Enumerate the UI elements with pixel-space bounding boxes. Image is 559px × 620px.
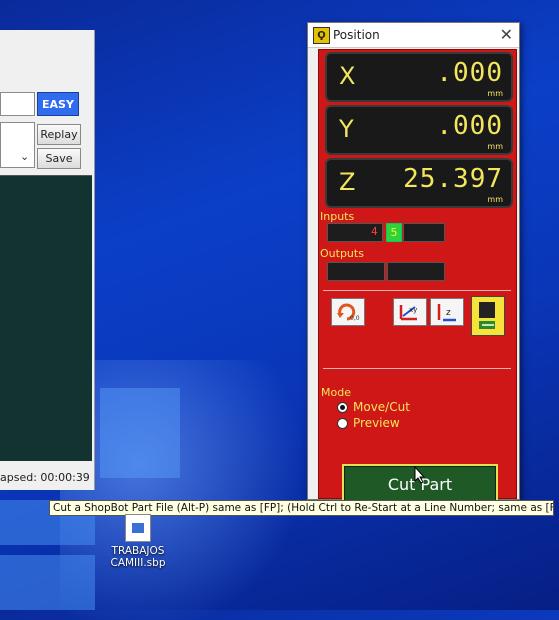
easy-mode-button[interactable]: EASY (37, 92, 79, 116)
wallpaper-tile (0, 555, 95, 610)
input-number: 4 (371, 225, 378, 238)
divider (323, 290, 511, 291)
command-input[interactable] (0, 92, 35, 116)
file-list[interactable] (0, 122, 35, 168)
zero-xy-button[interactable]: xy (393, 298, 427, 326)
input-active-indicator: 5 (386, 223, 402, 242)
axis-label: X (339, 62, 356, 90)
file-icon (125, 514, 151, 542)
svg-text:0,0: 0,0 (350, 315, 360, 322)
title-bar[interactable]: Ϙ Position ✕ (308, 23, 519, 48)
xy-zero-icon: xy (399, 305, 417, 321)
input-indicator (403, 223, 445, 242)
axis-value: .000 (436, 111, 503, 141)
axis-label: Y (339, 115, 354, 143)
position-panel: X .000 mm Y .000 mm Z 25.397 mm Inputs 4… (318, 49, 517, 504)
x-readout[interactable]: X .000 mm (325, 52, 513, 102)
output-indicator (387, 262, 445, 281)
window-title: Position (333, 28, 380, 42)
zero-icon: 0,0 (337, 303, 360, 322)
mode-label: Mode (321, 386, 351, 399)
radio-selected-icon (337, 401, 348, 413)
y-readout[interactable]: Y .000 mm (325, 105, 513, 155)
z-readout[interactable]: Z 25.397 mm (325, 158, 513, 208)
output-indicator (327, 262, 385, 281)
desktop-file-label-line1: TRABAJOS (111, 545, 165, 557)
save-button[interactable]: Save (37, 148, 81, 169)
shopbot-app-icon: Ϙ (313, 27, 330, 44)
mode-preview-radio[interactable]: Preview (337, 416, 400, 430)
z-zero-icon: z (437, 304, 456, 322)
svg-text:xy: xy (409, 306, 417, 314)
jog-panel-button[interactable] (471, 296, 505, 336)
desktop-wallpaper-glow (60, 360, 320, 620)
axis-value: .000 (436, 58, 503, 88)
desktop-file-icon[interactable]: TRABAJOS CAMIII.sbp (106, 514, 170, 569)
inputs-label: Inputs (320, 210, 355, 223)
radio-label: Preview (353, 416, 400, 430)
preview-canvas (0, 175, 92, 461)
zero-z-button[interactable]: z (430, 298, 464, 326)
position-window: Ϙ Position ✕ X .000 mm Y .000 mm Z 25.39… (307, 22, 520, 504)
keypad-icon (479, 302, 495, 329)
axis-label: Z (339, 168, 356, 196)
svg-text:z: z (446, 308, 451, 318)
axis-value: 25.397 (403, 164, 503, 194)
mouse-cursor-icon (414, 466, 426, 484)
axis-unit: mm (487, 89, 503, 98)
elapsed-time: apsed: 00:00:39 (0, 470, 90, 484)
close-icon[interactable]: ✕ (500, 25, 513, 44)
replay-button[interactable]: Replay (37, 124, 81, 145)
axis-unit: mm (487, 195, 503, 204)
axis-unit: mm (487, 142, 503, 151)
shopbot-console-window: EASY ⌄ Replay Save apsed: 00:00:39 (0, 30, 95, 490)
desktop-file-label-line2: CAMIII.sbp (110, 557, 166, 569)
chevron-down-icon[interactable]: ⌄ (20, 150, 29, 163)
zero-axes-button[interactable]: 0,0 (331, 298, 365, 326)
mode-move-cut-radio[interactable]: Move/Cut (337, 400, 410, 414)
wallpaper-tile (100, 388, 180, 478)
divider (323, 368, 511, 369)
radio-unselected-icon (337, 417, 348, 429)
outputs-label: Outputs (320, 247, 364, 260)
radio-label: Move/Cut (353, 400, 410, 414)
